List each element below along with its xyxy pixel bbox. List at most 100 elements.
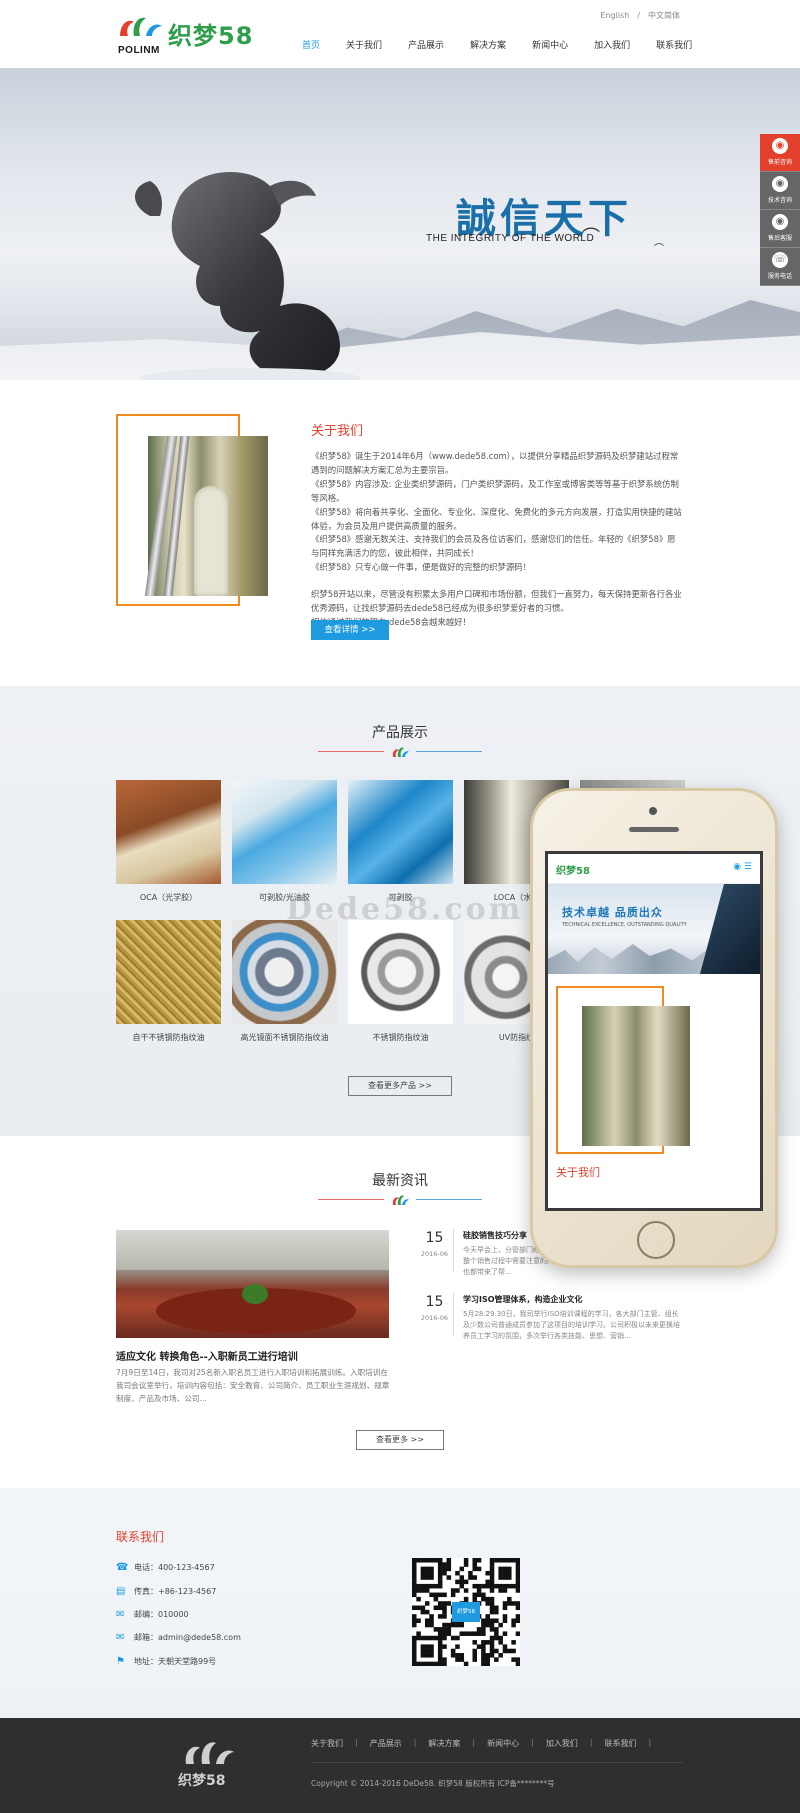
footer-link-solutions[interactable]: 解决方案 xyxy=(428,1738,460,1749)
side-tech-button[interactable]: ◉ 技术咨询 xyxy=(760,172,800,210)
news-more-button[interactable]: 查看更多 >> xyxy=(356,1430,444,1450)
title-divider xyxy=(318,1194,482,1206)
qr-code: 织梦58 xyxy=(412,1558,520,1666)
hero-banner[interactable]: 誠信天下 THE INTEGRITY OF THE WORLD ⌒ ⌒ xyxy=(0,68,800,380)
logo-text-cn: 织梦58 xyxy=(168,22,254,50)
product-card[interactable]: 自干不锈钢防指纹油 xyxy=(116,920,221,1043)
mobile-logo: 织梦58 xyxy=(556,866,590,877)
product-image xyxy=(348,920,453,1024)
product-card[interactable]: 不锈钢防指纹油 xyxy=(348,920,453,1043)
about-more-button[interactable]: 查看详情 >> xyxy=(311,620,389,640)
footer-logo-text: 织梦58 xyxy=(178,1773,226,1789)
mobile-slogan: 技术卓越 品质出众 xyxy=(562,906,663,919)
nav-home[interactable]: 首页 xyxy=(302,38,320,56)
products-title: 产品展示 xyxy=(372,725,428,741)
about-section: 关于我们 《织梦58》诞生于2014年6月（www.dede58.com），以提… xyxy=(0,380,800,686)
products-more-button[interactable]: 查看更多产品 >> xyxy=(348,1076,452,1096)
featured-news-image[interactable] xyxy=(116,1230,389,1338)
about-paragraph: 织梦58开站以来，尽管没有积累太多用户口碑和市场份额，但我们一直努力，每天保持更… xyxy=(311,589,682,614)
side-aftersale-button[interactable]: ◉ 售后客服 xyxy=(760,210,800,248)
qq-icon: ◉ xyxy=(772,214,788,230)
side-phone-button[interactable]: ☏ 服务电话 xyxy=(760,248,800,286)
flower-icon xyxy=(392,747,409,757)
fax-icon: ▤ xyxy=(116,1585,126,1597)
footer-link-join[interactable]: 加入我们 xyxy=(546,1738,578,1749)
footer-link-news[interactable]: 新闻中心 xyxy=(487,1738,519,1749)
location-icon: ⚑ xyxy=(116,1655,125,1667)
news-date: 15 2016-06 xyxy=(416,1228,454,1272)
site-footer: 织梦58 关于我们 | 产品展示 | 解决方案 | 新闻中心 | 加入我们 | 联系我们 |… xyxy=(0,1718,800,1813)
mobile-banner: 技术卓越 品质出众 TECHNICAL EXCELLENCE, OUTSTAND… xyxy=(548,884,760,974)
contact-phone: ☎ 电话：400-123-4567 xyxy=(116,1561,215,1573)
mobile-about-photo xyxy=(582,1006,690,1146)
footer-divider xyxy=(311,1762,683,1763)
news-date: 15 2016-06 xyxy=(416,1292,454,1336)
qq-icon: ◉ xyxy=(772,138,788,154)
product-caption: 高光镜面不锈钢防指纹油 xyxy=(240,1033,329,1042)
about-paragraph: 《织梦58》只专心做一件事，便是做好的完整的织梦源码！ xyxy=(311,562,532,573)
about-paragraph: 《织梦58》诞生于2014年6月（www.dede58.com），以提供分享精品… xyxy=(311,451,679,475)
product-caption: 自干不锈钢防指纹油 xyxy=(132,1033,205,1042)
news-item-title[interactable]: 学习ISO管理体系，构造企业文化 xyxy=(463,1294,583,1305)
product-card[interactable]: 高光镜面不锈钢防指纹油 xyxy=(232,920,337,1043)
footer-link-products[interactable]: 产品展示 xyxy=(370,1738,402,1749)
lang-english[interactable]: English xyxy=(600,11,629,20)
side-contact-bar: ◉ 售前咨询 ◉ 技术咨询 ◉ 售后客服 ☏ 服务电话 xyxy=(760,134,800,286)
product-card[interactable]: 可剥胶/光油胶 xyxy=(232,780,337,903)
watermark-text: Dede58.com xyxy=(286,892,524,927)
mail-icon: ✉ xyxy=(116,1608,125,1620)
mobile-menu-icon: ◉ ☰ xyxy=(733,862,752,872)
site-header: POLINM 织梦58 English / 中文简体 首页 关于我们 产品展示 解决… xyxy=(0,0,800,68)
title-divider xyxy=(318,746,482,758)
footer-logo[interactable]: 织梦58 xyxy=(178,1736,238,1792)
nav-solutions[interactable]: 解决方案 xyxy=(470,38,506,56)
nav-join[interactable]: 加入我们 xyxy=(594,38,630,56)
product-image xyxy=(232,920,337,1024)
about-paragraph: 《织梦58》将向着共享化、全面化、专业化、深度化、免费化的多元方向发展，打造实用… xyxy=(311,506,682,531)
contact-fax: ▤ 传真：+86-123-4567 xyxy=(116,1585,217,1597)
lang-separator: / xyxy=(637,11,640,20)
featured-news-title[interactable]: 适应文化 转换角色--入职新员工进行培训 xyxy=(116,1348,298,1363)
about-title: 关于我们 xyxy=(311,424,364,439)
contact-address: ⚑ 地址：天朝天堂路99号 xyxy=(116,1655,217,1667)
dragon-sculpture-image xyxy=(135,172,360,380)
about-photo xyxy=(144,436,268,596)
nav-news[interactable]: 新闻中心 xyxy=(532,38,568,56)
nav-products[interactable]: 产品展示 xyxy=(408,38,444,56)
banner-slogan-en: THE INTEGRITY OF THE WORLD xyxy=(426,233,595,244)
nav-about[interactable]: 关于我们 xyxy=(346,38,382,56)
product-caption: OCA（光学胶） xyxy=(139,893,198,902)
qr-logo-label: 织梦58 xyxy=(452,1602,480,1622)
phone-speaker xyxy=(629,827,679,832)
side-presale-button[interactable]: ◉ 售前咨询 xyxy=(760,134,800,172)
product-image xyxy=(232,780,337,884)
product-image xyxy=(116,780,221,884)
bird-icon: ⌒ xyxy=(582,227,600,248)
product-card[interactable]: 可剥胶 xyxy=(348,780,453,903)
footer-link-about[interactable]: 关于我们 xyxy=(311,1738,343,1749)
phone-home-button xyxy=(637,1221,675,1259)
main-nav: 首页 关于我们 产品展示 解决方案 新闻中心 加入我们 联系我们 xyxy=(302,38,718,56)
lang-chinese[interactable]: 中文简体 xyxy=(648,11,680,20)
nav-contact[interactable]: 联系我们 xyxy=(656,38,692,56)
featured-news-desc: 7月9日至14日，我司对25名新入职名员工进行入职培训和拓展训练。入职培训在我司… xyxy=(116,1368,390,1403)
product-caption: 不锈钢防指纹油 xyxy=(372,1033,429,1042)
logo-text-en: POLINM xyxy=(118,45,160,56)
mobile-slogan-sub: TECHNICAL EXCELLENCE, OUTSTANDING QUALIT… xyxy=(562,922,687,928)
footer-copyright: Copyright © 2014-2016 DeDe58. 织梦58 版权所有 … xyxy=(311,1779,555,1788)
product-image xyxy=(116,920,221,1024)
contact-postcode: ✉ 邮编：010000 xyxy=(116,1608,189,1620)
mobile-header: 织梦58 ◉ ☰ xyxy=(548,854,760,884)
site-logo[interactable]: POLINM 织梦58 xyxy=(116,12,276,56)
phone-icon: ☎ xyxy=(116,1561,129,1573)
qq-icon: ◉ xyxy=(772,176,788,192)
news-item-title[interactable]: 硅胶销售技巧分享 xyxy=(463,1230,527,1241)
contact-title: 联系我们 xyxy=(116,1530,165,1544)
news-item[interactable]: 15 2016-06 学习ISO管理体系，构造企业文化 5月28.29.30日，… xyxy=(416,1292,686,1350)
footer-link-contact[interactable]: 联系我们 xyxy=(605,1738,637,1749)
product-card[interactable]: OCA（光学胶） xyxy=(116,780,221,903)
language-switcher: English / 中文简体 xyxy=(596,10,684,21)
about-paragraph: 《织梦58》内容涉及: 企业类织梦源码，门户类织梦源码，及工作室或博客类等等基于… xyxy=(311,478,679,503)
phone-camera xyxy=(649,807,657,815)
contact-email[interactable]: ✉ 邮箱：admin@dede58.com xyxy=(116,1632,241,1643)
